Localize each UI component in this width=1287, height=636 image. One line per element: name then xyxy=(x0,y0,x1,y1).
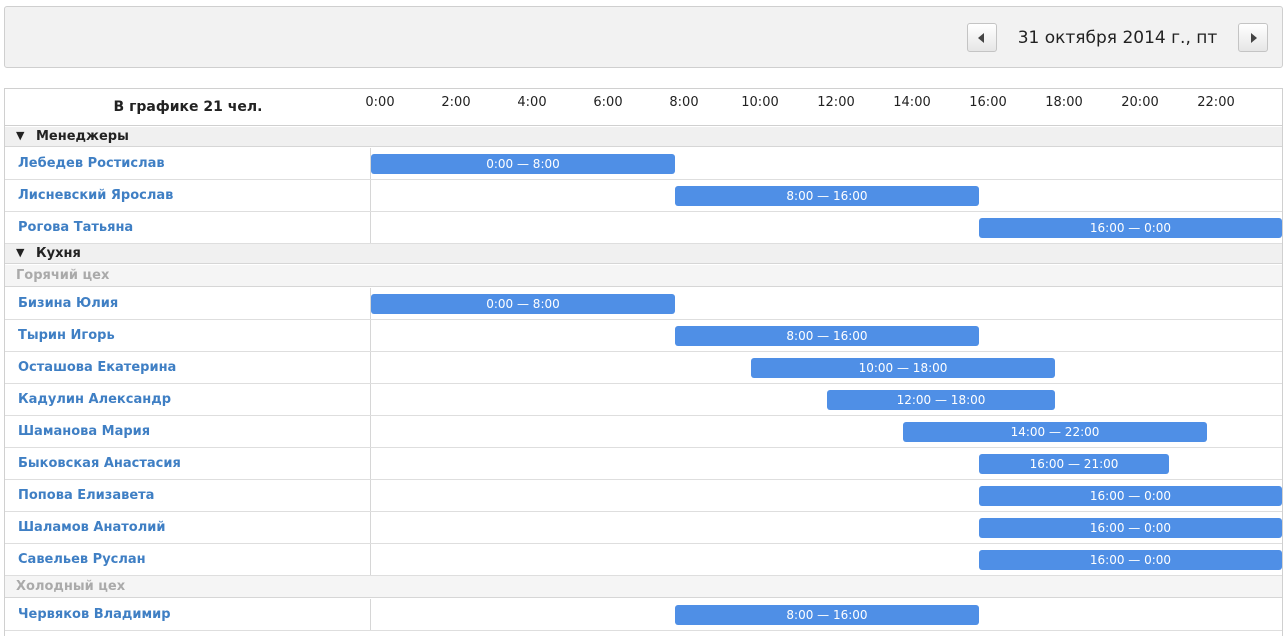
hour-tick: 20:00 xyxy=(1121,95,1159,110)
column-divider xyxy=(370,416,371,447)
shift-bar[interactable]: 8:00 — 16:00 xyxy=(675,186,979,206)
shift-bar[interactable]: 14:00 — 22:00 xyxy=(903,422,1207,442)
shift-bar[interactable]: 0:00 — 8:00 xyxy=(371,294,675,314)
shift-bar[interactable]: 12:00 — 18:00 xyxy=(827,390,1055,410)
employee-row: Лисневский Ярослав 8:00 — 16:00 xyxy=(5,180,1282,212)
employee-row: Попова Елизавета 16:00 — 0:00 xyxy=(5,480,1282,512)
shift-bar[interactable]: 16:00 — 0:00 xyxy=(979,486,1282,506)
hour-tick: 2:00 xyxy=(441,95,471,110)
toolbar: 31 октября 2014 г., пт xyxy=(4,6,1283,68)
employee-row: Савельев Руслан 16:00 — 0:00 xyxy=(5,544,1282,576)
column-divider xyxy=(370,320,371,351)
group-header: ▼ Кухня xyxy=(5,244,1282,264)
schedule-grid: В графике 21 чел. 0:00 2:00 4:00 6:00 8:00 10… xyxy=(4,88,1283,636)
column-divider xyxy=(370,352,371,383)
hour-tick: 10:00 xyxy=(741,95,779,110)
hour-tick: 14:00 xyxy=(893,95,931,110)
employee-name-link[interactable]: Кадулин Александр xyxy=(18,384,171,415)
shift-bar[interactable]: 16:00 — 21:00 xyxy=(979,454,1169,474)
employee-name-link[interactable]: Лисневский Ярослав xyxy=(18,180,173,211)
timeline-header: В графике 21 чел. 0:00 2:00 4:00 6:00 8:00 10… xyxy=(5,89,1282,126)
chevron-right-icon xyxy=(1251,33,1257,43)
column-divider xyxy=(370,212,371,243)
employee-name-link[interactable]: Шаманова Мария xyxy=(18,416,150,447)
hour-tick: 16:00 xyxy=(969,95,1007,110)
subgroup-name: Горячий цех xyxy=(16,268,110,283)
employee-row: Тырин Игорь 8:00 — 16:00 xyxy=(5,320,1282,352)
hour-tick: 0:00 xyxy=(365,95,395,110)
employee-name-link[interactable]: Бизина Юлия xyxy=(18,288,118,319)
caret-down-icon[interactable]: ▼ xyxy=(16,129,24,142)
employee-row: Бизина Юлия 0:00 — 8:00 xyxy=(5,288,1282,320)
column-divider xyxy=(370,384,371,415)
column-divider xyxy=(370,544,371,575)
employee-row: Шаламов Анатолий 16:00 — 0:00 xyxy=(5,512,1282,544)
prev-day-button[interactable] xyxy=(967,23,997,52)
employee-name-link[interactable]: Лебедев Ростислав xyxy=(18,148,165,179)
subgroup-name: Холодный цех xyxy=(16,579,126,594)
hour-tick: 22:00 xyxy=(1197,95,1235,110)
hour-tick: 4:00 xyxy=(517,95,547,110)
employee-name-link[interactable]: Рогова Татьяна xyxy=(18,212,133,243)
caret-down-icon[interactable]: ▼ xyxy=(16,246,24,259)
employee-row: Осташова Екатерина 10:00 — 18:00 xyxy=(5,352,1282,384)
employee-name-link[interactable]: Тырин Игорь xyxy=(18,320,115,351)
group-name: Кухня xyxy=(36,246,81,261)
chevron-left-icon xyxy=(978,33,984,43)
column-divider xyxy=(370,448,371,479)
subgroup-header: Горячий цех xyxy=(5,265,1282,287)
employee-row: Быковская Анастасия 16:00 — 21:00 xyxy=(5,448,1282,480)
employee-name-link[interactable]: Быковская Анастасия xyxy=(18,448,181,479)
shift-bar[interactable]: 0:00 — 8:00 xyxy=(371,154,675,174)
column-divider xyxy=(370,599,371,630)
employee-name-link[interactable]: Червяков Владимир xyxy=(18,599,171,630)
group-header: ▼ Менеджеры xyxy=(5,127,1282,147)
next-day-button[interactable] xyxy=(1238,23,1268,52)
employee-name-link[interactable]: Савельев Руслан xyxy=(18,544,146,575)
current-date: 31 октября 2014 г., пт xyxy=(1017,28,1218,48)
subgroup-header: Холодный цех xyxy=(5,576,1282,598)
employee-row: Лебедев Ростислав 0:00 — 8:00 xyxy=(5,148,1282,180)
shift-bar[interactable]: 8:00 — 16:00 xyxy=(675,326,979,346)
shift-bar[interactable]: 16:00 — 0:00 xyxy=(979,550,1282,570)
employee-name-link[interactable]: Осташова Екатерина xyxy=(18,352,176,383)
shift-bar[interactable]: 16:00 — 0:00 xyxy=(979,218,1282,238)
column-divider xyxy=(370,180,371,211)
column-divider xyxy=(370,480,371,511)
hour-tick: 12:00 xyxy=(817,95,855,110)
shift-bar[interactable]: 16:00 — 0:00 xyxy=(979,518,1282,538)
shift-bar[interactable]: 8:00 — 16:00 xyxy=(675,605,979,625)
group-name: Менеджеры xyxy=(36,129,129,144)
employee-row: Шаманова Мария 14:00 — 22:00 xyxy=(5,416,1282,448)
shift-bar[interactable]: 10:00 — 18:00 xyxy=(751,358,1055,378)
employee-name-link[interactable]: Шаламов Анатолий xyxy=(18,512,165,543)
employee-row: Червяков Владимир 8:00 — 16:00 xyxy=(5,599,1282,631)
staff-count: В графике 21 чел. xyxy=(113,99,263,115)
column-divider xyxy=(370,512,371,543)
hour-tick: 18:00 xyxy=(1045,95,1083,110)
employee-name-link[interactable]: Попова Елизавета xyxy=(18,480,154,511)
hour-tick: 6:00 xyxy=(593,95,623,110)
employee-row: Рогова Татьяна 16:00 — 0:00 xyxy=(5,212,1282,244)
hour-tick: 8:00 xyxy=(669,95,699,110)
employee-row: Кадулин Александр 12:00 — 18:00 xyxy=(5,384,1282,416)
